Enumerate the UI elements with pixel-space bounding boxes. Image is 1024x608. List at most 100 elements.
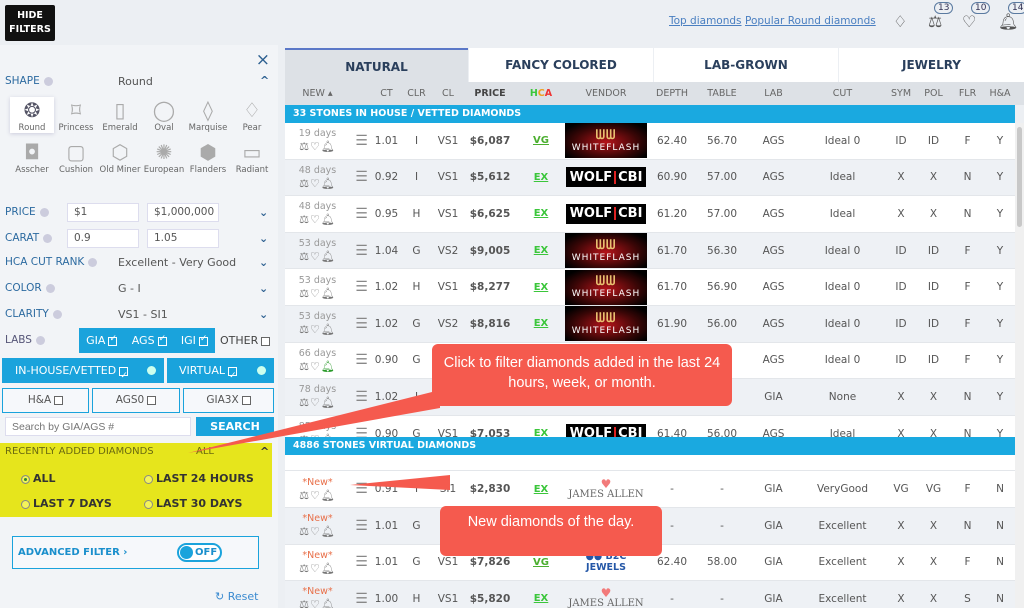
hide-filters-button[interactable]: HIDE FILTERS: [5, 5, 55, 41]
menu-icon[interactable]: ☰: [350, 518, 373, 534]
heart-icon[interactable]: ♡: [310, 525, 321, 538]
radio-all[interactable]: ALL: [21, 472, 56, 485]
bell-icon[interactable]: 🔔︎: [321, 360, 336, 373]
help-icon[interactable]: [45, 283, 55, 293]
bell-icon[interactable]: 🔔︎: [321, 323, 336, 336]
ha-checkbox[interactable]: H&A: [2, 388, 89, 413]
whiteflash-logo[interactable]: ᗯᗯ WHITEFLASH: [565, 233, 647, 269]
help-icon[interactable]: [35, 335, 45, 345]
heart-icon[interactable]: ♡: [310, 323, 321, 336]
column-header-ct[interactable]: CT: [373, 88, 400, 99]
compare-scale-icon[interactable]: ⚖: [299, 323, 310, 336]
help-icon[interactable]: [39, 207, 49, 217]
bell-icon[interactable]: 🔔︎: [321, 177, 336, 190]
compare-scale-icon[interactable]: ⚖: [299, 360, 310, 373]
heart-icon[interactable]: ♡: [310, 213, 321, 226]
column-header-vendor[interactable]: VENDOR: [565, 88, 647, 99]
hca-grade-cell[interactable]: EX: [517, 593, 565, 604]
compare-scale-icon[interactable]: ⚖: [299, 250, 310, 263]
ags0-checkbox[interactable]: AGS0: [92, 388, 180, 413]
advanced-filter-toggle[interactable]: OFF: [177, 543, 222, 562]
shape-oval[interactable]: ◯ Oval: [142, 97, 186, 133]
hca-grade-cell[interactable]: EX: [517, 172, 565, 183]
column-header-hca[interactable]: HCA: [517, 88, 565, 99]
compare-scale-icon[interactable]: ⚖: [928, 12, 942, 31]
james-allen-logo[interactable]: ♥ JAMES ALLEN: [565, 472, 647, 507]
chevron-down-icon[interactable]: ⌄: [259, 256, 268, 269]
tab-fancy-colored[interactable]: FANCY COLORED: [469, 48, 653, 82]
compare-scale-icon[interactable]: ⚖: [299, 287, 310, 300]
carat-max-input[interactable]: 1.05: [147, 229, 219, 248]
wolf-cbi-logo[interactable]: WOLF CBI: [566, 167, 646, 188]
table-row[interactable]: *New* ⚖♡🔔︎ ☰ 1.00 H VS1 $5,820 EX ♥ JAMES ALLEN - -…: [285, 581, 1015, 608]
hca-grade-cell[interactable]: EX: [517, 282, 565, 293]
lab-gia-checkbox[interactable]: GIA: [86, 334, 118, 347]
column-header-depth[interactable]: DEPTH: [647, 88, 697, 99]
menu-icon[interactable]: ☰: [350, 316, 373, 332]
whiteflash-logo[interactable]: ᗯᗯ WHITEFLASH: [565, 123, 647, 159]
shape-asscher[interactable]: ◘ Asscher: [10, 139, 54, 175]
menu-icon[interactable]: ☰: [350, 554, 373, 570]
help-icon[interactable]: [43, 76, 53, 86]
hca-grade-cell[interactable]: EX: [517, 208, 565, 219]
menu-icon[interactable]: ☰: [350, 133, 373, 149]
heart-icon[interactable]: ♡: [310, 250, 321, 263]
advanced-filter-label[interactable]: ADVANCED FILTER ›: [18, 547, 127, 558]
top-diamonds-link[interactable]: Top diamonds: [669, 15, 742, 27]
shape-princess[interactable]: ⌑ Princess: [54, 97, 98, 133]
chevron-up-icon[interactable]: ^: [260, 74, 269, 87]
bell-icon[interactable]: 🔔︎: [321, 598, 336, 608]
chevron-down-icon[interactable]: ⌄: [259, 308, 268, 321]
lab-ags-checkbox[interactable]: AGS: [132, 334, 167, 347]
diamond-icon[interactable]: ♢: [893, 12, 907, 31]
menu-icon[interactable]: ☰: [350, 352, 373, 368]
bell-icon[interactable]: 🔔︎: [321, 140, 336, 153]
shape-pear[interactable]: ♢ Pear: [230, 97, 274, 133]
chevron-down-icon[interactable]: ⌄: [259, 232, 268, 245]
compare-scale-icon[interactable]: ⚖: [299, 598, 310, 608]
lab-other-checkbox[interactable]: OTHER: [220, 334, 271, 347]
price-max-input[interactable]: $1,000,000: [147, 203, 219, 222]
menu-icon[interactable]: ☰: [350, 243, 373, 259]
bell-icon[interactable]: 🔔︎: [321, 562, 336, 575]
column-header-cl[interactable]: CL: [433, 88, 463, 99]
scrollbar[interactable]: [1015, 123, 1024, 608]
tab-lab-grown[interactable]: LAB-GROWN: [654, 48, 838, 82]
carat-min-input[interactable]: 0.9: [67, 229, 139, 248]
advanced-filter-box[interactable]: ADVANCED FILTER › OFF: [12, 536, 259, 569]
compare-scale-icon[interactable]: ⚖: [299, 213, 310, 226]
reset-button[interactable]: ↻ Reset: [215, 590, 258, 603]
shape-old-miner[interactable]: ⬡ Old Miner: [98, 139, 142, 175]
shape-radiant[interactable]: ▭ Radiant: [230, 139, 274, 175]
table-row[interactable]: 53 days ⚖♡🔔︎ ☰ 1.04 G VS2 $9,005 EX ᗯᗯ WHITEFLASH…: [285, 232, 1015, 270]
column-header-clr[interactable]: CLR: [400, 88, 433, 99]
compare-scale-icon[interactable]: ⚖: [299, 525, 310, 538]
chevron-down-icon[interactable]: ⌄: [259, 206, 268, 219]
table-row[interactable]: 53 days ⚖♡🔔︎ ☰ 1.02 H VS1 $8,277 EX ᗯᗯ WHITEFLASH…: [285, 269, 1015, 306]
column-header-new[interactable]: NEW ▴: [285, 88, 350, 99]
help-icon[interactable]: [88, 257, 98, 267]
hca-grade-cell[interactable]: VG: [517, 135, 565, 146]
column-header-ha[interactable]: H&A: [985, 88, 1015, 99]
shape-marquise[interactable]: ◊ Marquise: [186, 97, 230, 133]
bell-icon[interactable]: 🔔︎: [321, 213, 336, 226]
bell-icon[interactable]: 🔔︎: [321, 525, 336, 538]
shape-round[interactable]: ❂ Round: [10, 97, 54, 133]
menu-icon[interactable]: ☰: [350, 169, 373, 185]
shape-cushion[interactable]: ▢ Cushion: [54, 139, 98, 175]
bell-icon[interactable]: 🔔︎: [321, 250, 336, 263]
column-header-lab[interactable]: LAB: [747, 88, 800, 99]
whiteflash-logo[interactable]: ᗯᗯ WHITEFLASH: [565, 269, 647, 305]
bell-icon[interactable]: 🔔︎: [321, 287, 336, 300]
popular-round-link[interactable]: Popular Round diamonds: [745, 15, 876, 27]
table-row[interactable]: 48 days ⚖♡🔔︎ ☰ 0.92 I VS1 $5,612 EX WOLF CBI 60.90…: [285, 159, 1015, 197]
column-header-price[interactable]: PRICE: [463, 88, 517, 99]
price-min-input[interactable]: $1: [67, 203, 139, 222]
heart-icon[interactable]: ♡: [962, 12, 976, 31]
hca-grade-cell[interactable]: EX: [517, 484, 565, 495]
column-header-sym[interactable]: SYM: [885, 88, 917, 99]
column-header-flr[interactable]: FLR: [950, 88, 985, 99]
shape-emerald[interactable]: ▯ Emerald: [98, 97, 142, 133]
wolf-cbi-logo[interactable]: WOLF CBI: [566, 203, 646, 224]
column-header-cut[interactable]: CUT: [800, 88, 885, 99]
